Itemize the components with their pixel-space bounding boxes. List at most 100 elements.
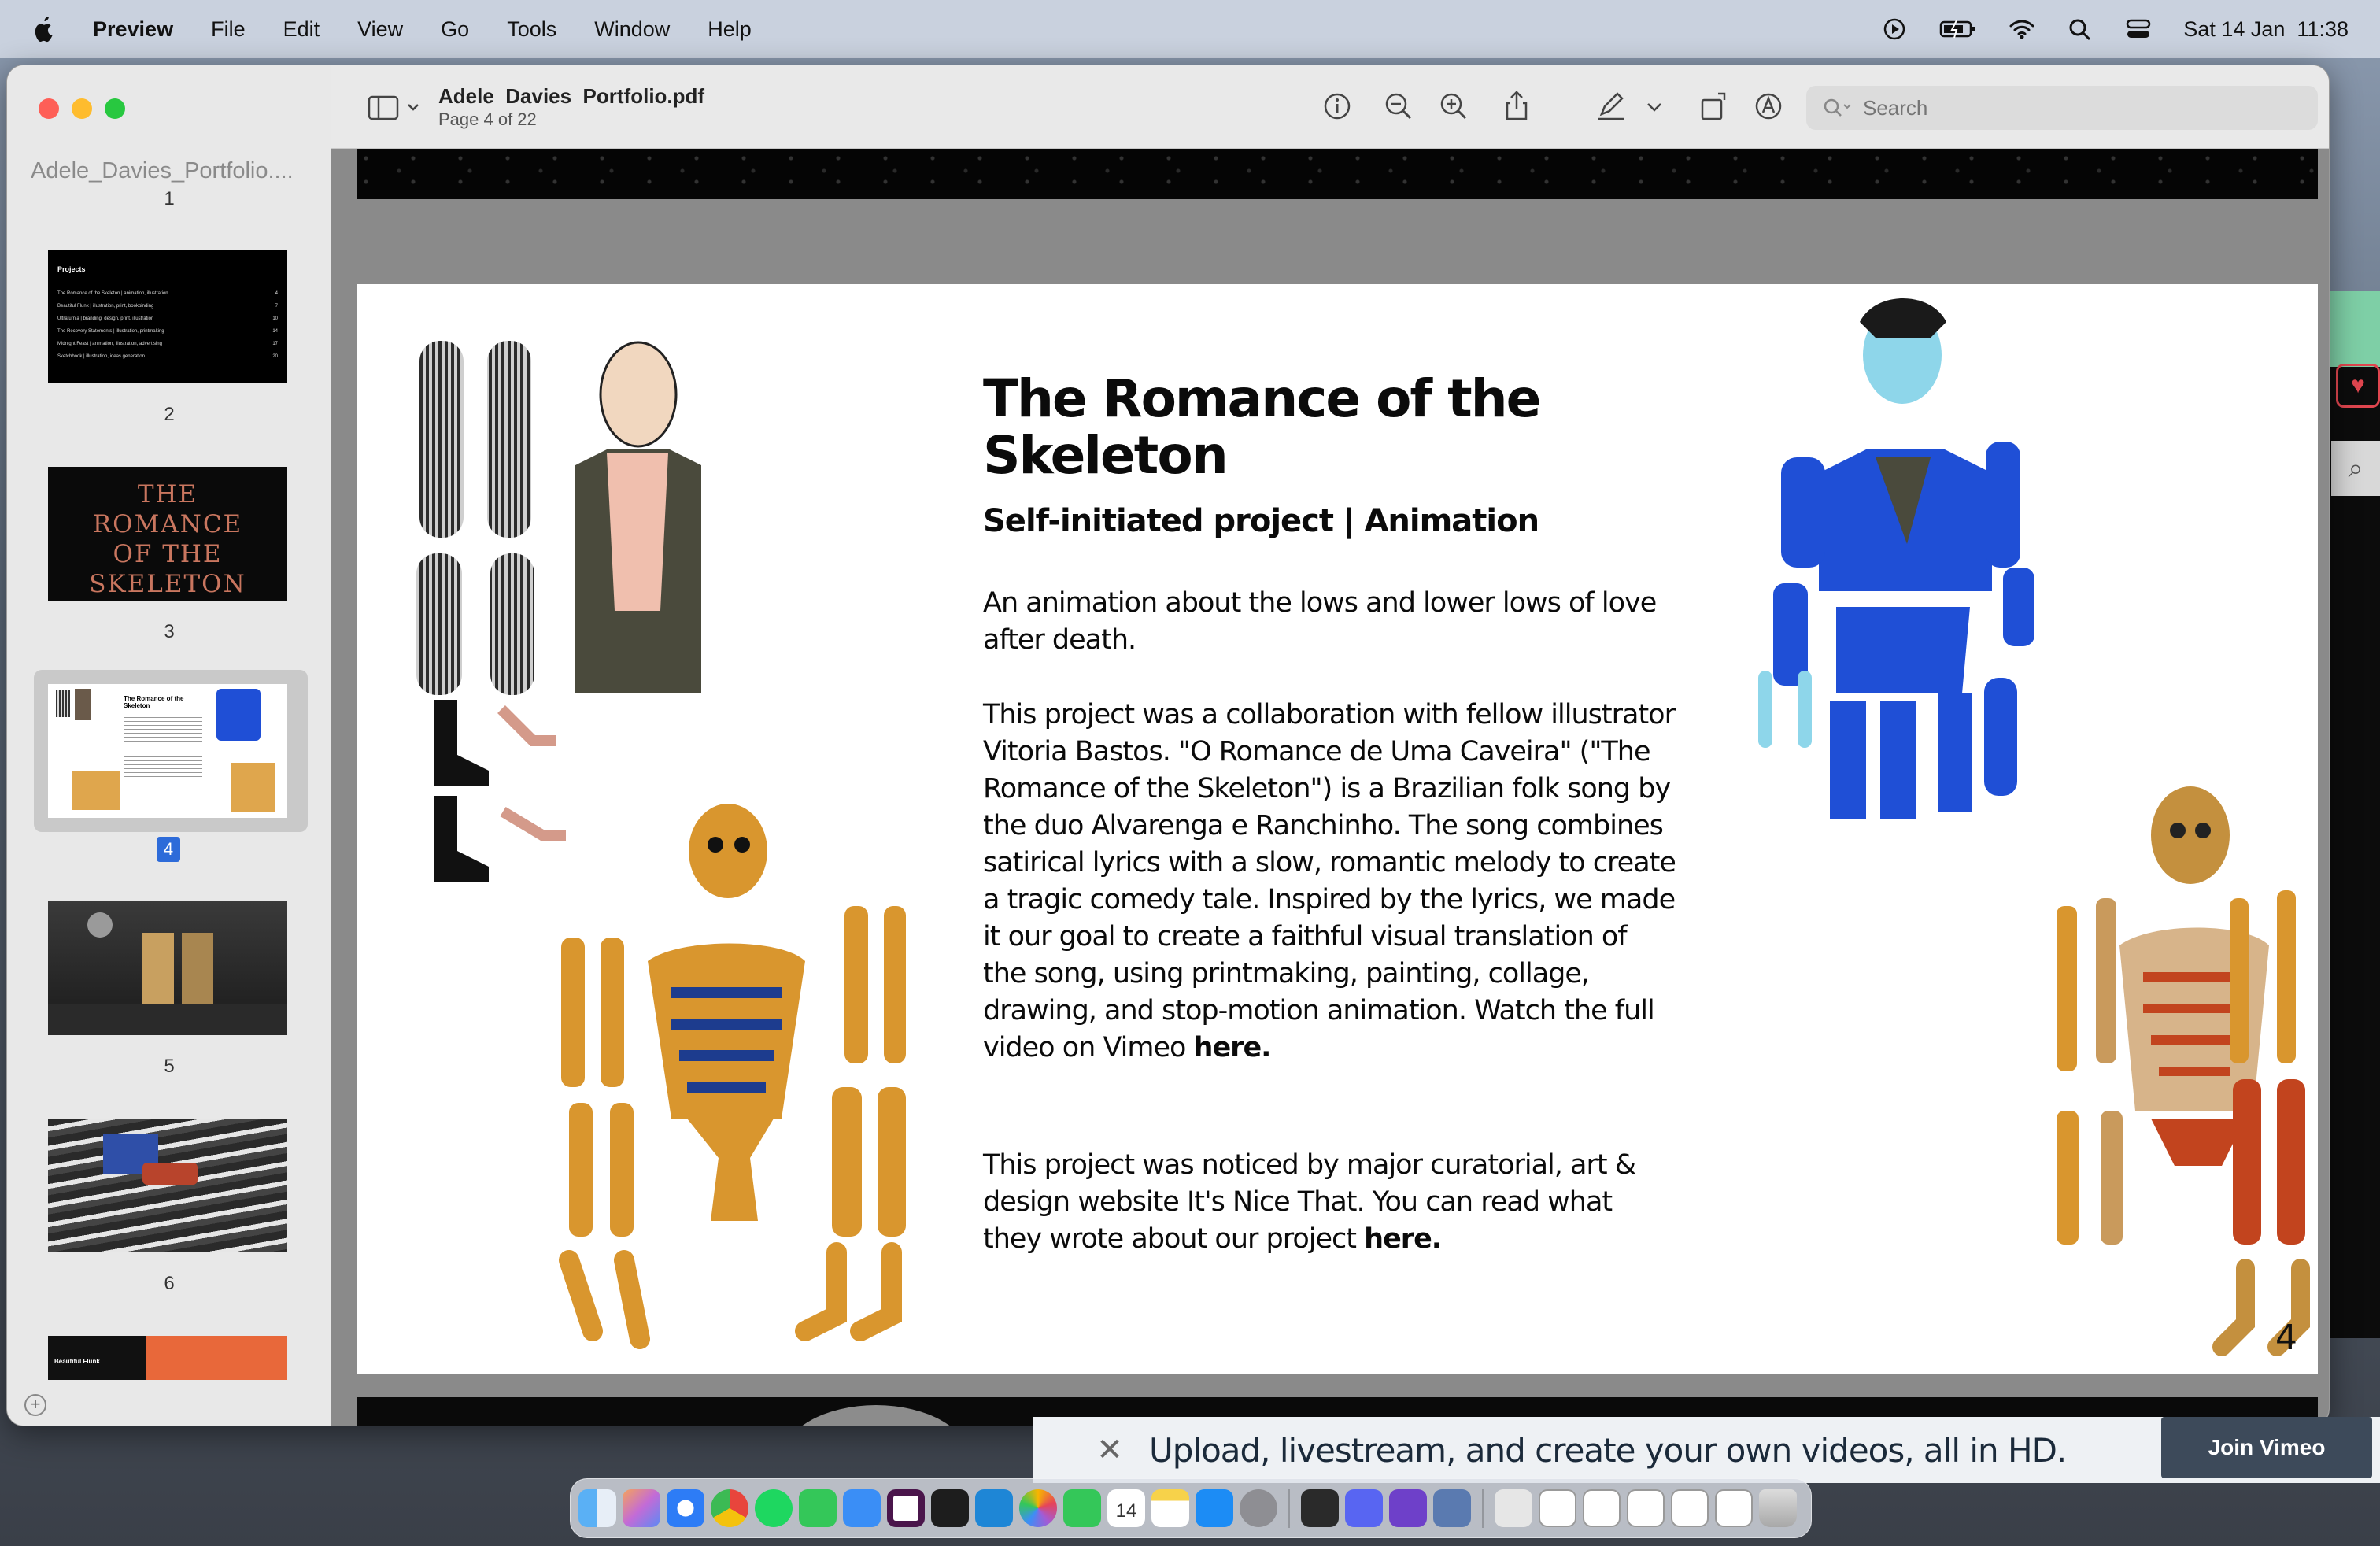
- info-icon[interactable]: [1320, 89, 1354, 124]
- paragraph-collaboration: This project was a collaboration with fe…: [983, 697, 1676, 1067]
- github-desktop-icon[interactable]: [1389, 1489, 1427, 1527]
- chrome-icon[interactable]: [711, 1489, 748, 1527]
- background-window-strip: [2330, 291, 2380, 367]
- zoom-in-icon[interactable]: [1436, 89, 1471, 124]
- messages-icon[interactable]: [799, 1489, 837, 1527]
- chevron-down-icon[interactable]: [1643, 89, 1666, 124]
- paragraph-its-nice-that: This project was noticed by major curato…: [983, 1147, 1676, 1258]
- terminal-icon[interactable]: [931, 1489, 969, 1527]
- window-thumbnail-icon[interactable]: [1715, 1489, 1753, 1527]
- dock: 14: [570, 1478, 1812, 1538]
- thumbnail-heading: Beautiful Flunk: [54, 1358, 100, 1365]
- calendar-icon[interactable]: 14: [1107, 1489, 1145, 1527]
- share-icon[interactable]: [1499, 89, 1534, 124]
- wifi-icon[interactable]: [2009, 17, 2035, 41]
- menu-window[interactable]: Window: [594, 17, 670, 42]
- close-icon[interactable]: ✕: [1086, 1432, 1133, 1468]
- menu-file[interactable]: File: [211, 17, 246, 42]
- discord-icon[interactable]: [1345, 1489, 1383, 1527]
- screenshot-icon[interactable]: [1433, 1489, 1471, 1527]
- menu-go[interactable]: Go: [441, 17, 469, 42]
- minimize-window-button[interactable]: [72, 98, 92, 119]
- apple-icon[interactable]: [31, 15, 57, 43]
- thumbnail-page-2[interactable]: Projects The Romance of the Skeleton | a…: [48, 250, 287, 383]
- trash-icon[interactable]: [1759, 1489, 1797, 1527]
- vimeo-banner-text: Upload, livestream, and create your own …: [1149, 1430, 2067, 1470]
- search-field[interactable]: [1806, 86, 2318, 130]
- thumbnail-page-7[interactable]: Beautiful Flunk: [48, 1336, 287, 1380]
- paragraph-intro: An animation about the lows and lower lo…: [983, 587, 1657, 656]
- preview-icon[interactable]: [1301, 1489, 1339, 1527]
- paragraph-collaboration-text: This project was a collaboration with fe…: [983, 699, 1676, 1063]
- safari-icon[interactable]: [667, 1489, 704, 1527]
- markup-toolbar-icon[interactable]: [1751, 89, 1786, 124]
- launchpad-icon[interactable]: [623, 1489, 660, 1527]
- thumbnail-row: The Romance of the Skeleton | animation,…: [57, 291, 168, 296]
- vimeo-link[interactable]: here.: [1194, 1032, 1272, 1063]
- thumbnail-page-3[interactable]: THE ROMANCE OF THE SKELETON: [48, 467, 287, 601]
- finder-icon[interactable]: [578, 1489, 616, 1527]
- zoom-out-icon[interactable]: [1381, 89, 1416, 124]
- play-icon[interactable]: [1881, 17, 1908, 41]
- thumbnail-row-num: 17: [272, 342, 278, 346]
- search-input[interactable]: [1863, 95, 2304, 120]
- document-title: Adele_Davies_Portfolio.pdf: [438, 84, 705, 108]
- mail-icon[interactable]: [843, 1489, 881, 1527]
- close-window-button[interactable]: [39, 98, 59, 119]
- menu-app-name[interactable]: Preview: [93, 17, 173, 42]
- thumbnail-sidebar: Adele_Davies_Portfolio.... 1 Projects Th…: [7, 65, 331, 1426]
- facetime-icon[interactable]: [1063, 1489, 1101, 1527]
- spotlight-search-icon[interactable]: [2067, 17, 2094, 41]
- notes-icon[interactable]: [1151, 1489, 1189, 1527]
- window-thumbnail-icon[interactable]: [1627, 1489, 1665, 1527]
- pocket-icon[interactable]: ♥: [2336, 364, 2380, 408]
- add-page-icon[interactable]: +: [24, 1394, 46, 1416]
- thumbnail-heading: Projects: [57, 265, 86, 273]
- app-store-icon[interactable]: [1196, 1489, 1233, 1527]
- vimeo-banner: ✕ Upload, livestream, and create your ow…: [1033, 1417, 2380, 1483]
- control-center-icon[interactable]: [2125, 17, 2152, 41]
- menu-edit[interactable]: Edit: [283, 17, 320, 42]
- page-subtitle: Self-initiated project | Animation: [983, 503, 1539, 539]
- spotify-icon[interactable]: [755, 1489, 793, 1527]
- page-3-bottom: [357, 149, 2318, 199]
- join-vimeo-button[interactable]: Join Vimeo: [2161, 1417, 2372, 1478]
- thumbnail-page-5[interactable]: [48, 901, 287, 1035]
- photos-icon[interactable]: [1019, 1489, 1057, 1527]
- page-indicator: Page 4 of 22: [438, 109, 537, 129]
- menu-datetime[interactable]: Sat 14 Jan 11:38: [2183, 17, 2349, 42]
- window-thumbnail-icon[interactable]: [1539, 1489, 1576, 1527]
- thumbnail-page-6[interactable]: [48, 1119, 287, 1252]
- thumbnail-label-6: 6: [164, 1273, 175, 1294]
- thumbnail-label-4: 4: [157, 837, 180, 862]
- pdf-page-4: The Romance of the Skeleton Self-initiat…: [357, 284, 2318, 1374]
- menu-view[interactable]: View: [357, 17, 403, 42]
- thumbnail-row-num: 7: [275, 304, 278, 309]
- menu-tools[interactable]: Tools: [507, 17, 556, 42]
- window-thumbnail-icon[interactable]: [1671, 1489, 1709, 1527]
- system-settings-icon[interactable]: [1240, 1489, 1277, 1527]
- rotate-icon[interactable]: [1698, 89, 1732, 124]
- skeleton-collage-left-illustration: [416, 341, 906, 1349]
- battery-icon[interactable]: [1939, 17, 1977, 41]
- sidebar-toggle-icon[interactable]: [368, 94, 423, 122]
- thumbnail-row-num: 14: [272, 329, 278, 334]
- preview-window: Adele_Davies_Portfolio.... 1 Projects Th…: [6, 65, 2330, 1426]
- fullscreen-window-button[interactable]: [105, 98, 125, 119]
- thumbnail-row-num: 4: [275, 291, 278, 296]
- window-thumbnail-icon[interactable]: [1583, 1489, 1621, 1527]
- menu-help[interactable]: Help: [708, 17, 752, 42]
- thumbnail-row: Midnight Feast | animation, illustration…: [57, 342, 162, 346]
- markup-pen-icon[interactable]: [1594, 89, 1628, 124]
- search-icon[interactable]: ⌕: [2331, 441, 2380, 496]
- vscode-icon[interactable]: [975, 1489, 1013, 1527]
- document-view[interactable]: The Romance of the Skeleton Self-initiat…: [331, 149, 2329, 1426]
- its-nice-that-link[interactable]: here.: [1364, 1223, 1442, 1255]
- slack-icon[interactable]: [887, 1489, 925, 1527]
- thumbnail-lettering: THE ROMANCE OF THE SKELETON: [89, 480, 246, 598]
- thumbnail-row: Ultraturnia | branding, design, print, i…: [57, 316, 154, 321]
- downloads-stack-icon[interactable]: [1495, 1489, 1532, 1527]
- dock-separator: [1482, 1489, 1484, 1528]
- search-icon: [1824, 98, 1851, 117]
- thumbnail-page-4[interactable]: The Romance of the Skeleton: [48, 684, 287, 818]
